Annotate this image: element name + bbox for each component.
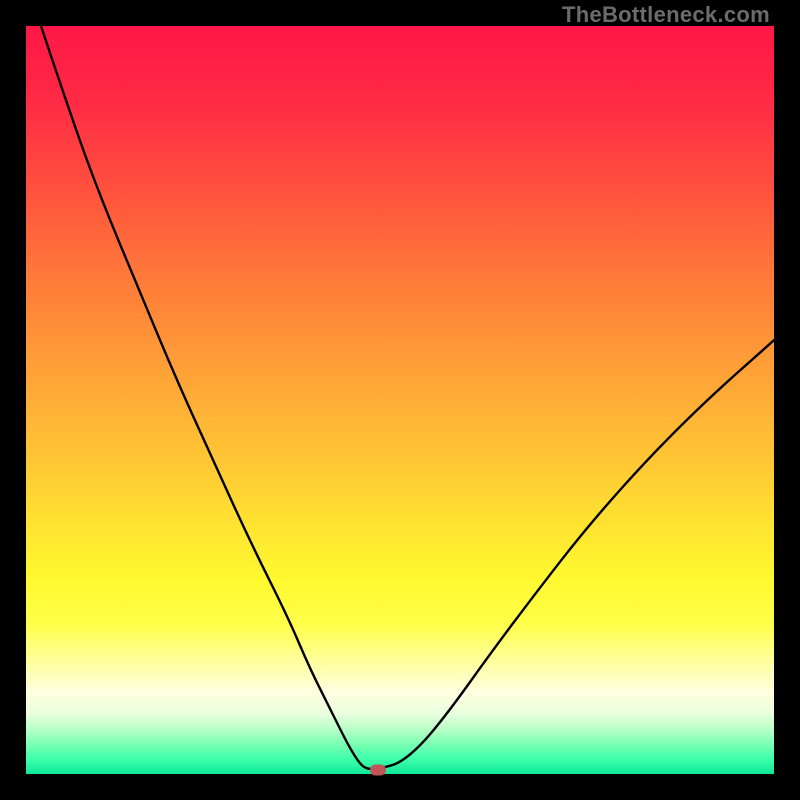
chart-frame: TheBottleneck.com: [0, 0, 800, 800]
bottleneck-curve-svg: [26, 26, 774, 774]
bottleneck-curve: [41, 26, 774, 769]
plot-area: [26, 26, 774, 774]
watermark-text: TheBottleneck.com: [562, 2, 770, 28]
optimum-marker: [370, 765, 386, 776]
